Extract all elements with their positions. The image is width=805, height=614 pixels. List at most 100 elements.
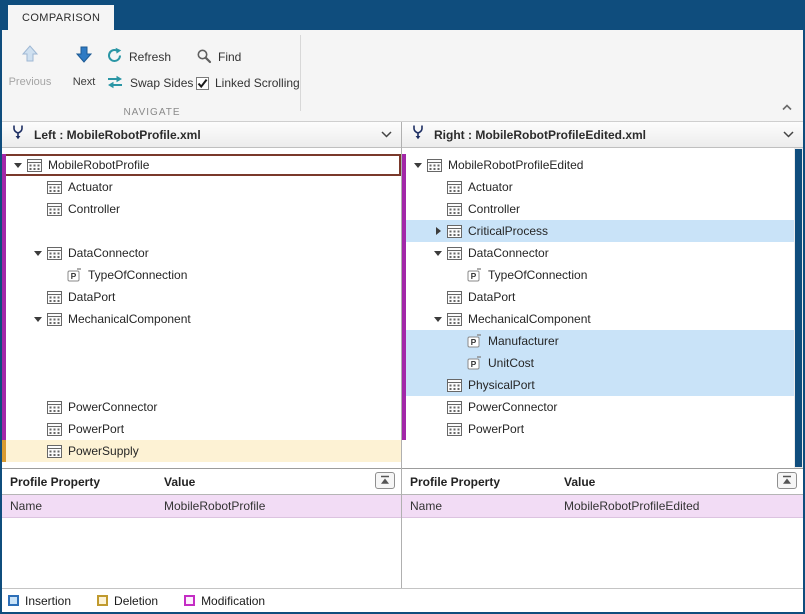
- tree-item[interactable]: Actuator: [402, 176, 803, 198]
- tree-item[interactable]: MechanicalComponent: [402, 308, 803, 330]
- linked-scrolling-checkbox[interactable]: [196, 77, 209, 90]
- tree-item[interactable]: PowerPort: [2, 418, 401, 440]
- tree-item-label: PowerSupply: [68, 444, 139, 458]
- tree-item-label: Actuator: [468, 180, 513, 194]
- expander-slot: [430, 198, 446, 220]
- chevron-down-icon[interactable]: [781, 128, 795, 142]
- svg-text:P: P: [470, 337, 476, 347]
- right-panel-header[interactable]: Right : MobileRobotProfileEdited.xml: [402, 122, 803, 148]
- tree-spacer-row: [2, 330, 401, 352]
- chevron-down-icon[interactable]: [379, 128, 393, 142]
- component-icon: [46, 312, 62, 327]
- tree-item[interactable]: PowerSupply: [2, 440, 401, 462]
- tree-item[interactable]: DataConnector: [402, 242, 803, 264]
- tree-item[interactable]: PowerPort: [402, 418, 803, 440]
- right-tree: MobileRobotProfileEdited Actuator Controll…: [402, 148, 803, 468]
- left-tree: MobileRobotProfile Actuator Controller Data…: [2, 148, 401, 468]
- tree-item[interactable]: PUnitCost: [402, 352, 803, 374]
- search-icon: [196, 48, 212, 67]
- tree-item[interactable]: PowerConnector: [2, 396, 401, 418]
- tree-item-label: DataPort: [468, 290, 515, 304]
- collapse-toolstrip-button[interactable]: [779, 101, 795, 113]
- previous-button[interactable]: Previous: [4, 35, 56, 103]
- component-icon: [46, 290, 62, 305]
- refresh-button[interactable]: Refresh: [106, 48, 171, 66]
- expander-slot: [30, 286, 46, 308]
- tree-item[interactable]: Controller: [2, 198, 401, 220]
- tree-item-label: PowerConnector: [468, 400, 557, 414]
- change-bar: [402, 308, 406, 330]
- tree-item[interactable]: MechanicalComponent: [2, 308, 401, 330]
- tree-item[interactable]: PTypeOfConnection: [2, 264, 401, 286]
- tree-item[interactable]: PowerConnector: [402, 396, 803, 418]
- tree-item[interactable]: DataPort: [2, 286, 401, 308]
- expander-slot: [450, 330, 466, 352]
- change-bar: [2, 396, 6, 418]
- property-column-header: Profile Property: [2, 475, 164, 489]
- expander-down-icon[interactable]: [410, 154, 426, 176]
- component-icon: [46, 400, 62, 415]
- tab-comparison[interactable]: COMPARISON: [8, 5, 114, 30]
- next-label: Next: [73, 76, 96, 88]
- tree-item[interactable]: MobileRobotProfile: [2, 154, 401, 176]
- tree-item-label: Actuator: [68, 180, 113, 194]
- expander-down-icon[interactable]: [430, 308, 446, 330]
- component-icon: [446, 246, 462, 261]
- change-bar: [402, 286, 406, 308]
- tree-item[interactable]: PManufacturer: [402, 330, 803, 352]
- toolstrip: Previous Next Refresh Swap Sides Find: [2, 30, 803, 122]
- property-name-cell: Name: [2, 499, 164, 513]
- change-bar: [2, 198, 6, 220]
- tree-item[interactable]: CriticalProcess: [402, 220, 803, 242]
- change-bar: [2, 220, 6, 242]
- property-icon: P: [466, 356, 482, 371]
- linked-scrolling-toggle[interactable]: Linked Scrolling: [196, 74, 300, 92]
- change-bar: [402, 418, 406, 440]
- scrollbar-thumb[interactable]: [795, 149, 802, 467]
- expander-down-icon[interactable]: [30, 308, 46, 330]
- tree-item[interactable]: PTypeOfConnection: [402, 264, 803, 286]
- property-row[interactable]: NameMobileRobotProfileEdited: [402, 495, 803, 518]
- left-property-header: Profile Property Value: [2, 469, 401, 495]
- next-button[interactable]: Next: [58, 35, 110, 103]
- tree-item[interactable]: DataConnector: [2, 242, 401, 264]
- component-icon: [446, 378, 462, 393]
- right-tree-scrollbar[interactable]: [794, 148, 803, 468]
- expander-down-icon[interactable]: [30, 242, 46, 264]
- insertion-swatch-icon: [8, 595, 19, 606]
- profile-icon: [426, 158, 442, 173]
- property-value-cell: MobileRobotProfileEdited: [564, 499, 803, 513]
- tree-item[interactable]: Actuator: [2, 176, 401, 198]
- tree-item-label: MobileRobotProfile: [48, 158, 149, 172]
- change-bar: [402, 352, 406, 374]
- left-panel: Left : MobileRobotProfile.xml MobileRobo…: [2, 122, 402, 588]
- tree-spacer-row: [2, 374, 401, 396]
- collapse-property-panel-button[interactable]: [375, 472, 395, 489]
- change-bar: [402, 220, 406, 242]
- component-icon: [46, 444, 62, 459]
- tree-item[interactable]: Controller: [402, 198, 803, 220]
- toolbar-separator: [300, 35, 301, 111]
- tree-item-label: DataConnector: [468, 246, 549, 260]
- expander-slot: [30, 198, 46, 220]
- previous-label: Previous: [9, 76, 52, 88]
- tree-item[interactable]: MobileRobotProfileEdited: [402, 154, 803, 176]
- tree-item-label: Controller: [468, 202, 520, 216]
- swap-sides-button[interactable]: Swap Sides: [106, 74, 193, 92]
- expander-slot: [430, 286, 446, 308]
- branch-icon: [10, 124, 26, 145]
- tree-spacer-row: [2, 220, 401, 242]
- change-bar: [2, 242, 6, 264]
- property-row[interactable]: NameMobileRobotProfile: [2, 495, 401, 518]
- left-panel-header[interactable]: Left : MobileRobotProfile.xml: [2, 122, 401, 148]
- expander-down-icon[interactable]: [10, 154, 26, 176]
- tree-item[interactable]: DataPort: [402, 286, 803, 308]
- deletion-swatch-icon: [97, 595, 108, 606]
- collapse-property-panel-button[interactable]: [777, 472, 797, 489]
- value-column-header: Value: [564, 475, 803, 489]
- expander-right-icon[interactable]: [430, 220, 446, 242]
- expander-down-icon[interactable]: [430, 242, 446, 264]
- expander-slot: [430, 396, 446, 418]
- find-button[interactable]: Find: [196, 48, 241, 66]
- tree-item[interactable]: PhysicalPort: [402, 374, 803, 396]
